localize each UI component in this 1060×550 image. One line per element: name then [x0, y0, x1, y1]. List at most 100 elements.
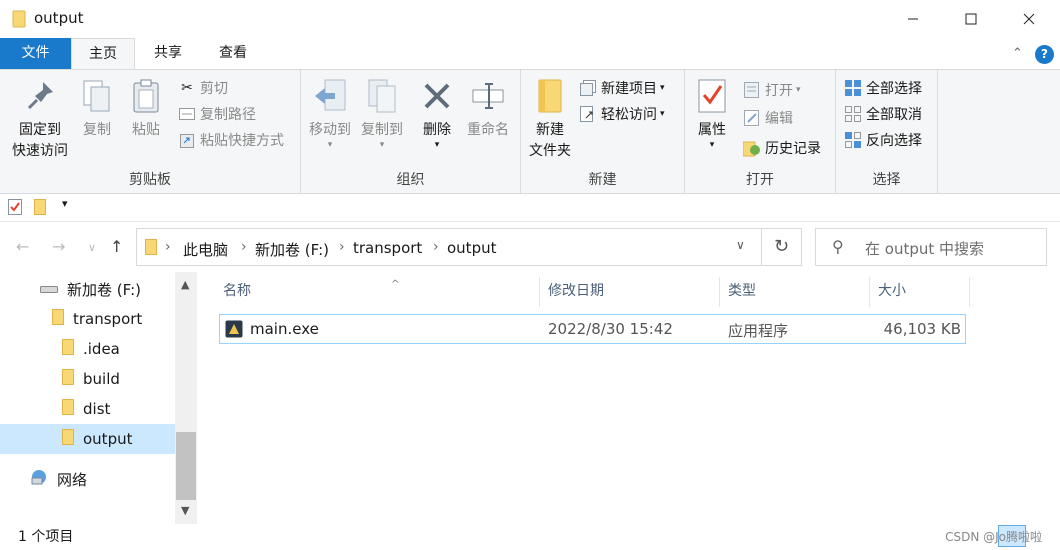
new-item-icon: [579, 79, 597, 97]
cut-label: 剪切: [200, 81, 228, 97]
ribbon: 固定到 快速访问 复制 粘贴 ✂ 剪切 复制路径 粘贴快捷方式 剪贴板 移动到 …: [0, 69, 1060, 194]
navigation-pane: 新加卷 (F:) transport .idea build dist outp…: [0, 272, 197, 524]
select-all-button[interactable]: 全部选择: [844, 76, 922, 100]
new-group: 新建 文件夹 新建项目 ▾ 轻松访问 ▾ 新建: [521, 70, 685, 194]
column-type[interactable]: 类型: [720, 277, 870, 307]
column-modified[interactable]: 修改日期: [540, 277, 720, 307]
table-row[interactable]: main.exe 2022/8/30 15:42 应用程序 46,103 KB: [219, 314, 966, 344]
new-folder-button[interactable]: 新建 文件夹: [525, 76, 575, 162]
copy-label: 复制: [83, 122, 111, 138]
exe-file-icon: [225, 320, 243, 342]
tree-item-output[interactable]: output: [0, 424, 175, 454]
edit-label: 编辑: [765, 111, 793, 127]
copy-to-icon: [364, 76, 400, 116]
customize-qat-icon[interactable]: ▾: [62, 197, 68, 210]
breadcrumb-transport[interactable]: transport: [353, 239, 422, 257]
tree-scrollbar[interactable]: ▲ ▼: [175, 272, 197, 524]
rename-button[interactable]: 重命名: [463, 76, 513, 141]
breadcrumb-volume[interactable]: 新加卷 (F:): [255, 239, 329, 260]
select-none-label: 全部取消: [866, 107, 922, 123]
scroll-up-icon[interactable]: ▲: [181, 278, 189, 291]
copy-button[interactable]: 复制: [78, 76, 116, 141]
status-bar: 1 个项目 CSDN @Jo腾啦啦: [0, 524, 1060, 550]
column-name-label: 名称: [223, 283, 251, 299]
column-name[interactable]: ^ 名称: [215, 277, 540, 307]
tab-view[interactable]: 查看: [204, 38, 262, 70]
select-none-icon: [844, 105, 862, 123]
open-label: 打开: [765, 83, 793, 99]
copy-to-label: 复制到: [361, 122, 403, 138]
watermark: CSDN @Jo腾啦啦: [945, 530, 1042, 544]
paste-shortcut-label: 粘贴快捷方式: [200, 133, 284, 149]
paste-shortcut-button[interactable]: 粘贴快捷方式: [178, 128, 284, 152]
quick-access-toolbar: ▾: [0, 194, 1060, 222]
cut-button[interactable]: ✂ 剪切: [178, 76, 228, 100]
tree-item-network[interactable]: 网络: [30, 464, 170, 494]
maximize-button[interactable]: [942, 0, 1000, 38]
clipboard-icon: [128, 76, 164, 116]
up-arrow-icon[interactable]: ↑: [110, 237, 123, 256]
minimize-button[interactable]: [884, 0, 942, 38]
new-item-label: 新建项目: [601, 81, 657, 97]
file-modified: 2022/8/30 15:42: [548, 320, 673, 338]
refresh-button[interactable]: ↻: [762, 228, 802, 266]
back-arrow-icon[interactable]: ←: [16, 237, 29, 256]
organize-group: 移动到 ▾ 复制到 ▾ 删除 ▾ 重命名 组织: [301, 70, 521, 194]
open-button[interactable]: 打开 ▾: [743, 78, 801, 102]
tree-item-volume[interactable]: 新加卷 (F:): [40, 274, 170, 304]
breadcrumb-output[interactable]: output: [447, 239, 496, 257]
tree-label: output: [83, 430, 133, 448]
history-button[interactable]: 历史记录: [743, 136, 821, 160]
tab-share[interactable]: 共享: [140, 38, 196, 70]
tree-item-idea[interactable]: .idea: [62, 334, 172, 364]
search-placeholder: 在 output 中搜索: [865, 240, 985, 258]
tab-home[interactable]: 主页: [71, 38, 135, 70]
recent-locations-icon[interactable]: ∨: [88, 241, 96, 254]
search-icon: ⚲: [832, 237, 844, 256]
rename-label: 重命名: [467, 122, 509, 138]
file-type: 应用程序: [728, 322, 789, 340]
scroll-down-icon[interactable]: ▼: [181, 504, 189, 517]
tree-item-build[interactable]: build: [62, 364, 172, 394]
move-to-button[interactable]: 移动到 ▾: [305, 76, 355, 150]
close-button[interactable]: [1000, 0, 1058, 38]
help-icon[interactable]: ?: [1035, 45, 1054, 64]
file-list: ^ 名称 修改日期 类型 大小 main.exe 2022/8/30 15:42…: [197, 272, 1060, 524]
edit-button[interactable]: 编辑: [743, 106, 793, 130]
clipboard-group: 固定到 快速访问 复制 粘贴 ✂ 剪切 复制路径 粘贴快捷方式 剪贴板: [0, 70, 301, 194]
navigation-bar: ← → ∨ ↑ › 此电脑 › 新加卷 (F:) › transport › o…: [0, 222, 1060, 272]
tree-item-transport[interactable]: transport: [52, 304, 172, 334]
easy-access-button[interactable]: 轻松访问 ▾: [579, 102, 665, 126]
new-folder-label-1: 新建: [536, 122, 564, 138]
address-dropdown-icon[interactable]: ∨: [736, 238, 745, 252]
pin-label-2: 快速访问: [12, 143, 68, 159]
delete-button[interactable]: 删除 ▾: [417, 76, 457, 150]
collapse-ribbon-icon[interactable]: ⌃: [1012, 46, 1023, 61]
forward-arrow-icon[interactable]: →: [52, 237, 65, 256]
properties-button[interactable]: 属性 ▾: [691, 76, 733, 150]
new-folder-qat-icon[interactable]: [34, 199, 46, 219]
ribbon-tabs: 文件 主页 共享 查看 ⌃ ?: [0, 38, 1060, 70]
select-none-button[interactable]: 全部取消: [844, 102, 922, 126]
new-folder-label-2: 文件夹: [529, 143, 571, 159]
tree-label: transport: [73, 310, 143, 328]
column-size[interactable]: 大小: [870, 277, 970, 307]
scrollbar-thumb[interactable]: [176, 432, 196, 500]
paste-button[interactable]: 粘贴: [126, 76, 166, 141]
search-box[interactable]: ⚲ 在 output 中搜索: [815, 228, 1047, 266]
tab-file[interactable]: 文件: [0, 38, 71, 70]
invert-selection-button[interactable]: 反向选择: [844, 128, 922, 152]
copy-path-button[interactable]: 复制路径: [178, 102, 256, 126]
select-all-icon: [844, 79, 862, 97]
properties-checkmark-icon: [694, 76, 730, 116]
tree-label: 新加卷 (F:): [67, 280, 141, 299]
tree-label: build: [83, 370, 120, 388]
properties-qat-icon[interactable]: [8, 199, 22, 219]
new-item-button[interactable]: 新建项目 ▾: [579, 76, 665, 100]
tree-item-dist[interactable]: dist: [62, 394, 172, 424]
breadcrumb-this-pc[interactable]: 此电脑: [183, 239, 228, 260]
pin-quick-access-button[interactable]: 固定到 快速访问: [6, 76, 74, 162]
copy-to-button[interactable]: 复制到 ▾: [357, 76, 407, 150]
clipboard-group-label: 剪贴板: [129, 172, 171, 188]
address-bar[interactable]: › 此电脑 › 新加卷 (F:) › transport › output: [136, 228, 762, 266]
